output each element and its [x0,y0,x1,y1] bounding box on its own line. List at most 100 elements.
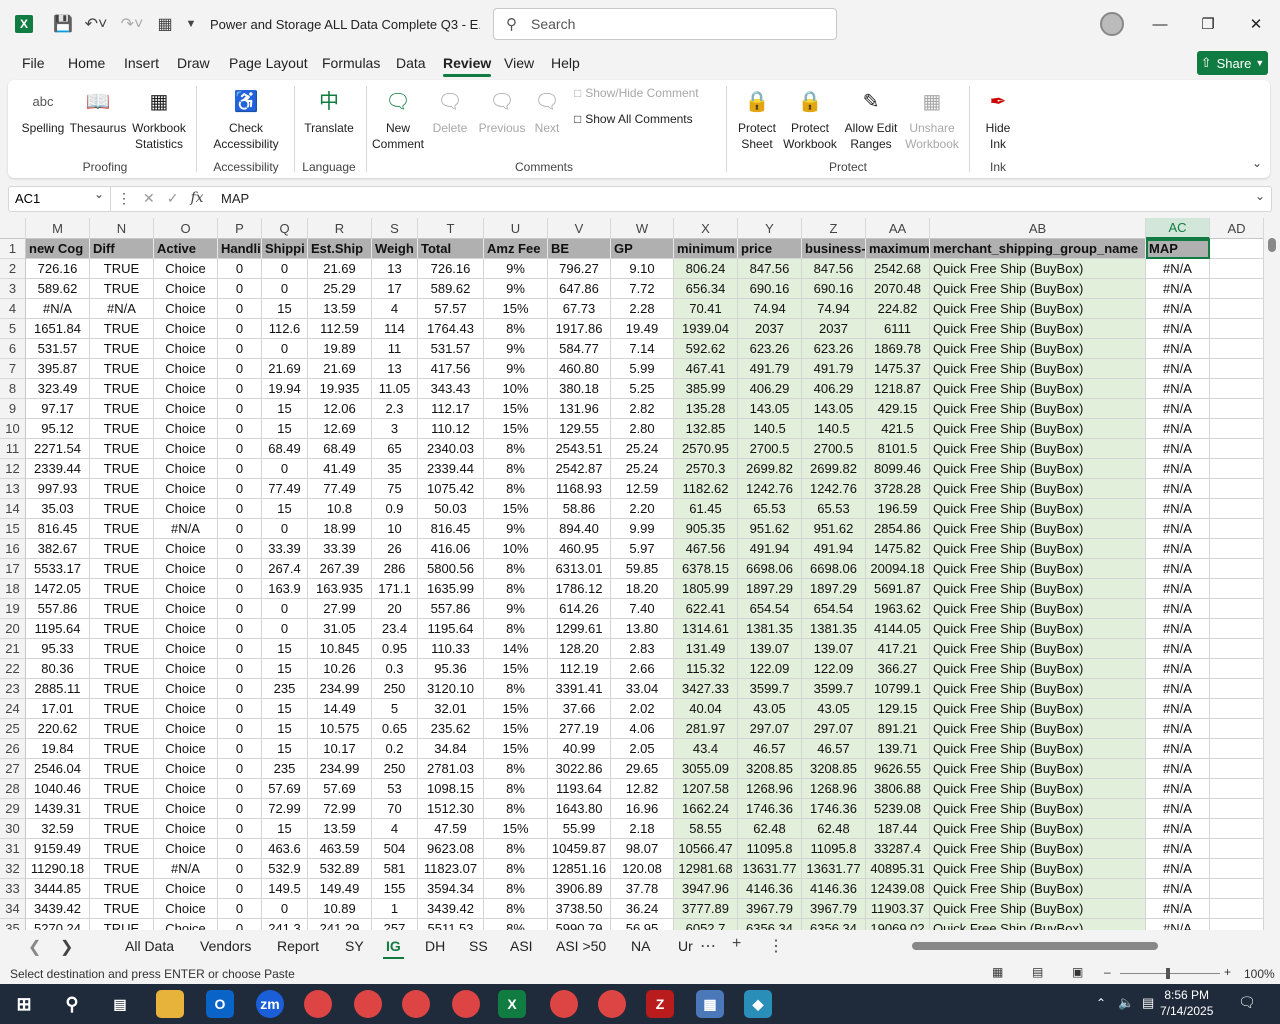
cell[interactable]: 112.6 [262,319,308,339]
cell[interactable]: 143.05 [802,399,866,419]
cell[interactable] [1210,539,1264,559]
sheet-tab[interactable]: All Data [125,938,174,954]
row-header[interactable]: 5 [0,319,26,339]
cell[interactable]: 3599.7 [802,679,866,699]
cell[interactable]: TRUE [90,799,154,819]
cell[interactable]: 11095.8 [738,839,802,859]
cell[interactable]: 816.45 [418,519,484,539]
cell[interactable]: 13631.77 [738,859,802,879]
sheet-tab[interactable]: NA [631,938,650,954]
cell[interactable]: 2.28 [611,299,674,319]
cell[interactable]: 3439.42 [418,899,484,919]
row-header[interactable]: 24 [0,699,26,719]
cell[interactable]: 75 [372,479,418,499]
cell[interactable] [1210,259,1264,279]
cell[interactable]: 10.845 [308,639,372,659]
row-header[interactable]: 31 [0,839,26,859]
cell[interactable]: 584.77 [548,339,611,359]
cell[interactable]: 531.57 [418,339,484,359]
cell[interactable]: 10.17 [308,739,372,759]
cell[interactable]: 3728.28 [866,479,930,499]
cell[interactable]: 647.86 [548,279,611,299]
column-header-w[interactable]: W [611,218,674,239]
cell[interactable]: 1917.86 [548,319,611,339]
cell[interactable]: 196.59 [866,499,930,519]
cell[interactable]: 3208.85 [738,759,802,779]
cell[interactable]: Choice [154,579,218,599]
cell[interactable]: 9.10 [611,259,674,279]
cell[interactable]: 115.32 [674,659,738,679]
row-header[interactable]: 32 [0,859,26,879]
sheet-tab[interactable]: SY [345,938,364,954]
cell[interactable]: 5.97 [611,539,674,559]
row-header[interactable]: 7 [0,359,26,379]
tray-chevron-icon[interactable]: ⌃ [1096,996,1106,1010]
cell[interactable]: 9% [484,279,548,299]
cell[interactable]: 11 [372,339,418,359]
cell[interactable]: 10.8 [308,499,372,519]
cell[interactable]: TRUE [90,919,154,930]
cell[interactable]: #N/A [1146,459,1210,479]
cell[interactable]: 3444.85 [26,879,90,899]
cell[interactable]: Choice [154,599,218,619]
outlook-icon[interactable]: O [206,990,234,1018]
cell[interactable]: 0 [218,539,262,559]
cell[interactable]: 7.14 [611,339,674,359]
cell[interactable]: 1662.24 [674,799,738,819]
cell[interactable]: 41.49 [308,459,372,479]
cell[interactable] [1210,559,1264,579]
workbook-statistics-button[interactable]: ▦ Workbook Statistics [128,86,190,152]
cell[interactable] [1210,599,1264,619]
cell[interactable]: 3022.86 [548,759,611,779]
column-header-ad[interactable]: AD [1210,218,1264,239]
cell[interactable]: 10.26 [308,659,372,679]
cell[interactable]: 0 [262,459,308,479]
row-header[interactable]: 18 [0,579,26,599]
cell[interactable]: 6356.34 [738,919,802,930]
cell[interactable]: 366.27 [866,659,930,679]
cell[interactable]: 19.89 [308,339,372,359]
cell[interactable]: 27.99 [308,599,372,619]
cell[interactable]: 129.55 [548,419,611,439]
cell[interactable]: 1299.61 [548,619,611,639]
cell[interactable]: 380.18 [548,379,611,399]
cell[interactable]: 13 [372,259,418,279]
cell[interactable]: 0.65 [372,719,418,739]
cell[interactable]: 690.16 [738,279,802,299]
header-cell[interactable]: Est.Ship [308,239,372,259]
cell[interactable]: TRUE [90,559,154,579]
cell[interactable]: 19.84 [26,739,90,759]
cell[interactable]: 9% [484,339,548,359]
volume-icon[interactable]: 🔈 [1118,995,1134,1011]
cell[interactable]: 112.17 [418,399,484,419]
cell[interactable]: 0.95 [372,639,418,659]
cell[interactable]: #N/A [1146,279,1210,299]
cell[interactable]: Choice [154,459,218,479]
cell[interactable]: 15% [484,659,548,679]
cell[interactable]: 77.49 [308,479,372,499]
cell[interactable]: 20094.18 [866,559,930,579]
cell[interactable]: 614.26 [548,599,611,619]
cell[interactable]: 80.36 [26,659,90,679]
cell[interactable]: 74.94 [802,299,866,319]
cell[interactable]: 3738.50 [548,899,611,919]
cell[interactable]: Quick Free Ship (BuyBox) [930,719,1146,739]
cell[interactable]: Quick Free Ship (BuyBox) [930,779,1146,799]
cell[interactable]: Choice [154,619,218,639]
cell[interactable]: 61.45 [674,499,738,519]
cell[interactable]: 0 [218,879,262,899]
header-cell[interactable]: Handli [218,239,262,259]
cell[interactable] [1210,299,1264,319]
zoom-in-icon[interactable]: + [1224,965,1231,979]
cell[interactable]: 0 [218,359,262,379]
cell[interactable]: TRUE [90,319,154,339]
cell[interactable]: #N/A [1146,419,1210,439]
cell[interactable]: 8% [484,619,548,639]
cell[interactable]: 0 [218,899,262,919]
cell[interactable]: 3427.33 [674,679,738,699]
cell[interactable]: 11290.18 [26,859,90,879]
cell[interactable] [1210,459,1264,479]
cell[interactable]: #N/A [1146,619,1210,639]
cell[interactable]: Quick Free Ship (BuyBox) [930,519,1146,539]
cell[interactable]: TRUE [90,379,154,399]
